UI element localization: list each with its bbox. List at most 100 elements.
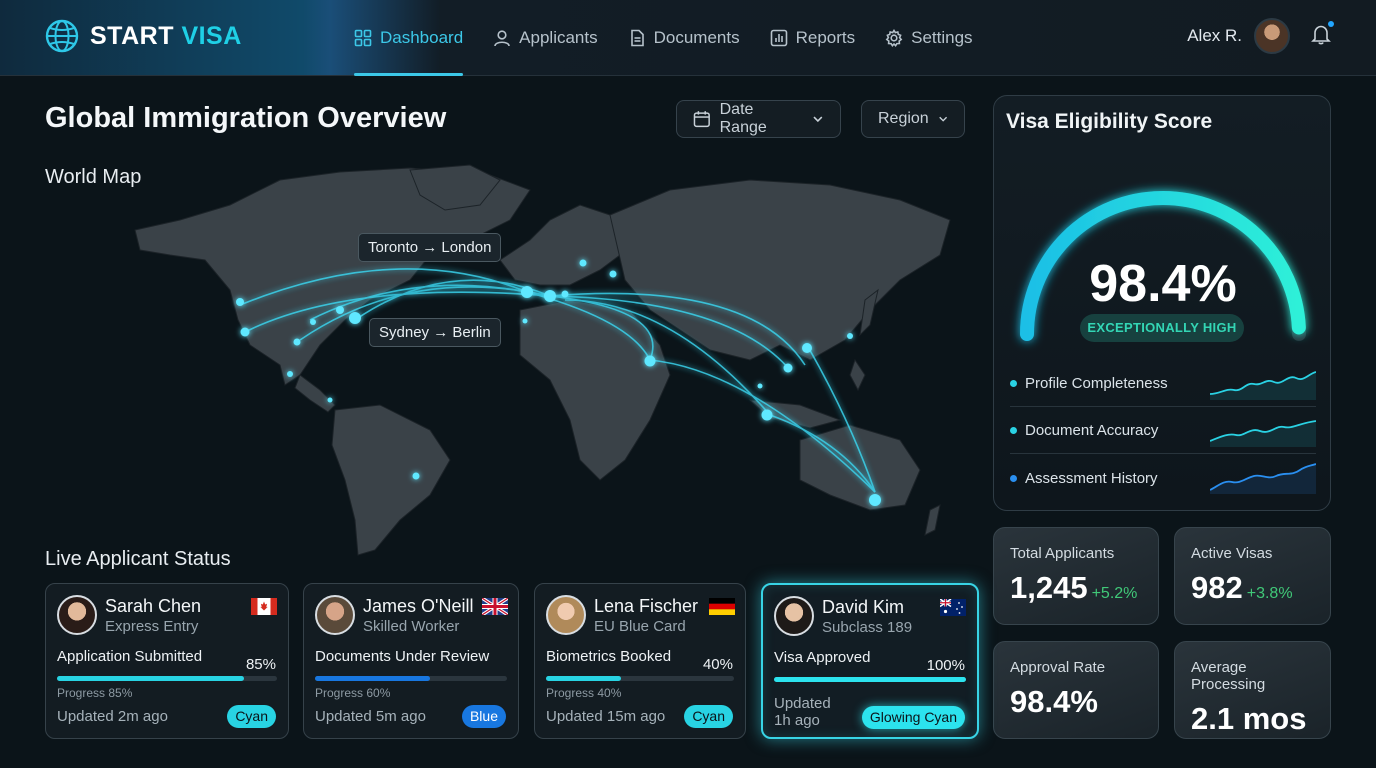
progress-bar-fill: [315, 676, 431, 681]
metric-assessment-history[interactable]: Assessment History: [1010, 455, 1316, 501]
progress-bar: [546, 676, 734, 681]
gear-icon: [885, 29, 903, 47]
nav-dashboard-label: Dashboard: [380, 28, 464, 47]
applicant-card[interactable]: James O'Neill Skilled Worker Documents U…: [303, 583, 519, 739]
nav-documents[interactable]: Documents: [628, 0, 740, 76]
stat-number: 982: [1191, 570, 1243, 605]
stat-approval-rate[interactable]: Approval Rate 98.4%: [993, 641, 1159, 739]
progress-text: Progress 60%: [315, 686, 391, 700]
updated-line2: 1h ago: [774, 712, 820, 729]
route-tag-sydney-berlin[interactable]: Sydney → Berlin: [369, 318, 501, 347]
eligibility-title: Visa Eligibility Score: [1006, 110, 1213, 133]
stat-total-applicants[interactable]: Total Applicants 1,245 +5.2%: [993, 527, 1159, 625]
germany-flag-icon: [709, 598, 735, 615]
applicant-program: Skilled Worker: [363, 618, 460, 635]
nav-dashboard[interactable]: Dashboard: [354, 0, 464, 76]
stat-value: 1,245 +5.2%: [1010, 570, 1142, 606]
calendar-icon: [693, 111, 710, 128]
page-title: Global Immigration Overview: [45, 102, 447, 134]
updated-text: Updated 1h ago: [774, 695, 831, 729]
main-nav: Dashboard Applicants Documents Reports S…: [354, 0, 973, 76]
sparkline-document: [1210, 419, 1316, 447]
avatar: [57, 595, 97, 635]
avatar: [546, 595, 586, 635]
stat-number: 1,245: [1010, 570, 1088, 605]
applicant-percent: 100%: [926, 657, 965, 674]
sparkline-profile: [1210, 370, 1316, 400]
applicant-name: Sarah Chen: [105, 596, 202, 616]
metric-document-accuracy[interactable]: Document Accuracy: [1010, 408, 1316, 454]
stat-value: 98.4%: [1010, 684, 1098, 719]
chevron-down-icon: [938, 116, 947, 122]
applicant-program: Subclass 189: [822, 619, 913, 636]
updated-text: Updated 5m ago: [315, 708, 426, 725]
live-applicant-heading: Live Applicant Status: [45, 548, 231, 570]
metric-label: Assessment History: [1025, 469, 1158, 487]
applicant-card-highlighted[interactable]: David Kim Subclass 189 Visa Approved 100…: [761, 583, 979, 739]
world-map[interactable]: [110, 160, 980, 560]
applicant-status: Documents Under Review: [315, 648, 490, 665]
progress-bar-fill: [774, 677, 966, 682]
eligibility-panel: Visa Eligibility Score 98.4% EXCEPTIONAL…: [993, 95, 1331, 511]
progress-bar-fill: [546, 676, 622, 681]
nav-reports[interactable]: Reports: [770, 0, 855, 76]
uk-flag-icon: [482, 598, 508, 615]
bullet-icon: [1010, 427, 1017, 434]
status-badge: Cyan: [227, 705, 276, 728]
stat-active-visas[interactable]: Active Visas 982 +3.8%: [1174, 527, 1331, 625]
applicant-card[interactable]: Sarah Chen Express Entry Application Sub…: [45, 583, 289, 739]
status-badge: Cyan: [684, 705, 733, 728]
date-range-label: Date Range: [719, 101, 767, 136]
sparkline-assessment: [1210, 463, 1316, 494]
metric-profile-completeness[interactable]: Profile Completeness: [1010, 361, 1316, 407]
stat-average-processing[interactable]: Average Processing 2.1 mos: [1174, 641, 1331, 739]
date-range-dropdown[interactable]: Date Range: [676, 100, 841, 138]
applicant-program: Express Entry: [105, 618, 199, 635]
stat-label: Average Processing: [1191, 659, 1266, 693]
progress-bar: [57, 676, 277, 681]
top-bar: START VISA Dashboard Applicants Document…: [0, 0, 1376, 76]
avatar[interactable]: [1254, 18, 1290, 54]
australia-flag-icon: [940, 599, 966, 616]
status-badge: Glowing Cyan: [861, 706, 965, 729]
applicant-name: James O'Neill: [363, 596, 474, 616]
stat-value: 982 +3.8%: [1191, 570, 1314, 606]
brand-name-part1: START: [90, 21, 174, 50]
user-menu[interactable]: Alex R.: [1187, 18, 1334, 54]
stat-label: Active Visas: [1191, 545, 1273, 562]
progress-text: Progress 85%: [57, 686, 133, 700]
region-dropdown[interactable]: Region: [861, 100, 965, 138]
stat-delta: +5.2%: [1091, 585, 1138, 602]
progress-bar: [315, 676, 507, 681]
applicant-status: Application Submitted: [57, 648, 203, 665]
status-badge: Blue: [461, 705, 506, 728]
notifications-button[interactable]: [1310, 20, 1334, 50]
avatar: [315, 595, 355, 635]
route-tag-toronto-london[interactable]: Toronto → London: [358, 233, 502, 262]
brand-name: START VISA: [90, 22, 242, 51]
eligibility-score: 98.4%: [1089, 255, 1237, 313]
applicant-name: David Kim: [822, 597, 905, 617]
document-icon: [630, 29, 644, 47]
notification-dot: [1328, 20, 1334, 27]
nav-documents-label: Documents: [653, 28, 740, 47]
brand-logo[interactable]: START VISA: [44, 18, 242, 54]
applicant-program: EU Blue Card: [594, 618, 686, 635]
canada-flag-icon: [251, 598, 277, 615]
applicant-percent: 85%: [245, 656, 276, 673]
applicant-card[interactable]: Lena Fischer EU Blue Card Biometrics Boo…: [534, 583, 746, 739]
stat-delta: +3.8%: [1246, 585, 1293, 602]
grid-icon: [354, 29, 372, 47]
continents: [134, 164, 951, 556]
metric-label: Profile Completeness: [1025, 375, 1168, 392]
nav-settings[interactable]: Settings: [885, 0, 973, 76]
user-name: Alex R.: [1187, 26, 1242, 45]
progress-bar: [774, 677, 966, 682]
nav-applicants-label: Applicants: [519, 28, 598, 47]
eligibility-badge: EXCEPTIONALLY HIGH: [1080, 314, 1244, 342]
progress-bar-fill: [57, 676, 244, 681]
stat-label: Approval Rate: [1010, 659, 1106, 676]
updated-text: Updated 15m ago: [546, 708, 666, 725]
applicant-status: Biometrics Booked: [546, 648, 672, 665]
nav-applicants[interactable]: Applicants: [493, 0, 598, 76]
